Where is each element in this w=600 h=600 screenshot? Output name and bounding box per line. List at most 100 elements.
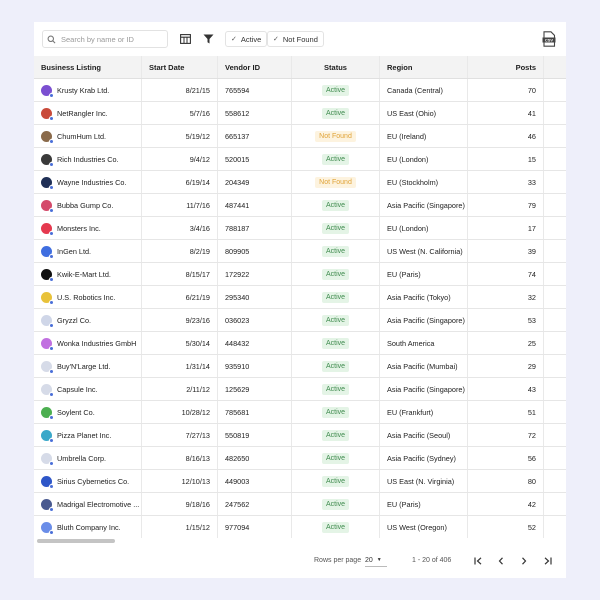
start-date-cell: 10/28/12 [142, 401, 218, 423]
table-row[interactable]: Umbrella Corp. 8/16/13 482650 Active Asia Pa… [34, 447, 566, 470]
table-row[interactable]: Gryzzl Co. 9/23/16 036023 Active Asia Pacifi… [34, 309, 566, 332]
business-name: Buy'N'Large Ltd. [57, 361, 111, 371]
status-cell: Not Found [292, 125, 380, 147]
filter-chip-not-found[interactable]: ✓ Not Found [267, 31, 324, 47]
vendor-indicator-icon [49, 161, 54, 167]
column-header-vendor-id[interactable]: Vendor ID [218, 56, 292, 78]
posts-cell: 32 [468, 286, 544, 308]
business-avatar [41, 268, 54, 282]
prev-page-button[interactable] [495, 554, 507, 568]
column-header-start-date[interactable]: Start Date [142, 56, 218, 78]
status-badge: Active [321, 245, 350, 257]
business-name: ChumHum Ltd. [57, 131, 107, 141]
business-name: Bubba Gump Co. [57, 200, 114, 210]
column-header-posts[interactable]: Posts [468, 56, 544, 78]
business-listing-cell: Rich Industries Co. [34, 148, 142, 170]
table-row[interactable]: Madrigal Electromotive ... 9/18/16 247562 A… [34, 493, 566, 516]
search-input[interactable]: Search by name or ID [42, 30, 168, 48]
start-date-cell: 11/7/16 [142, 194, 218, 216]
region-cell: Asia Pacific (Sydney) [380, 447, 468, 469]
table-row[interactable]: ChumHum Ltd. 5/19/12 665137 Not Found EU (Ir… [34, 125, 566, 148]
region-cell: South America [380, 332, 468, 354]
extra-cell [544, 217, 566, 239]
region-cell: US East (Ohio) [380, 102, 468, 124]
column-header-status[interactable]: Status [292, 56, 380, 78]
business-avatar [41, 130, 54, 144]
columns-button[interactable] [177, 31, 193, 47]
status-cell: Active [292, 355, 380, 377]
status-cell: Not Found [292, 171, 380, 193]
status-cell: Active [292, 194, 380, 216]
region-cell: Asia Pacific (Singapore) [380, 194, 468, 216]
horizontal-scrollbar[interactable] [37, 539, 115, 543]
posts-cell: 80 [468, 470, 544, 492]
vendor-id-cell: 935910 [218, 355, 292, 377]
business-listing-cell: ChumHum Ltd. [34, 125, 142, 147]
table-row[interactable]: Bluth Company Inc. 1/15/12 977094 Active US … [34, 516, 566, 538]
status-cell: Active [292, 424, 380, 446]
region-cell: Asia Pacific (Singapore) [380, 309, 468, 331]
business-avatar [41, 107, 54, 121]
start-date-cell: 6/19/14 [142, 171, 218, 193]
table-row[interactable]: Wonka Industries GmbH 5/30/14 448432 Active… [34, 332, 566, 355]
status-badge: Active [321, 521, 350, 533]
data-grid-card: Search by name or ID ✓ Active ✓ Not Foun… [34, 22, 566, 578]
region-cell: Canada (Central) [380, 79, 468, 101]
vendor-id-cell: 172922 [218, 263, 292, 285]
table-row[interactable]: Bubba Gump Co. 11/7/16 487441 Active Asia Pa… [34, 194, 566, 217]
table-row[interactable]: NetRangler Inc. 5/7/16 558612 Active US East… [34, 102, 566, 125]
vendor-indicator-icon [49, 276, 54, 282]
region-cell: Asia Pacific (Singapore) [380, 378, 468, 400]
posts-cell: 15 [468, 148, 544, 170]
business-name: Bluth Company Inc. [57, 522, 121, 532]
table-row[interactable]: Kwik-E-Mart Ltd. 8/15/17 172922 Active EU (P… [34, 263, 566, 286]
business-listing-cell: Soylent Co. [34, 401, 142, 423]
table-row[interactable]: Capsule Inc. 2/11/12 125629 Active Asia Paci… [34, 378, 566, 401]
table-row[interactable]: Wayne Industries Co. 6/19/14 204349 Not Fou… [34, 171, 566, 194]
posts-cell: 43 [468, 378, 544, 400]
status-badge: Active [321, 452, 350, 464]
table-row[interactable]: Krusty Krab Ltd. 8/21/15 765594 Active Canad… [34, 79, 566, 102]
table-row[interactable]: Sirius Cybernetics Co. 12/10/13 449003 Acti… [34, 470, 566, 493]
table-row[interactable]: Rich Industries Co. 9/4/12 520015 Active EU … [34, 148, 566, 171]
posts-cell: 17 [468, 217, 544, 239]
business-name: Pizza Planet Inc. [57, 430, 112, 440]
extra-cell [544, 401, 566, 423]
business-listing-cell: Bubba Gump Co. [34, 194, 142, 216]
rows-per-page-select[interactable]: 20 ▼ [365, 554, 387, 567]
filter-chip-active[interactable]: ✓ Active [225, 31, 268, 47]
table-row[interactable]: Pizza Planet Inc. 7/27/13 550819 Active Asia… [34, 424, 566, 447]
column-header-region[interactable]: Region [380, 56, 468, 78]
extra-cell [544, 102, 566, 124]
business-avatar [41, 383, 54, 397]
data-table: Business Listing Start Date Vendor ID St… [34, 56, 566, 538]
vendor-indicator-icon [49, 391, 54, 397]
status-cell: Active [292, 401, 380, 423]
region-cell: US West (N. California) [380, 240, 468, 262]
posts-cell: 72 [468, 424, 544, 446]
status-badge: Active [321, 337, 350, 349]
table-row[interactable]: Buy'N'Large Ltd. 1/31/14 935910 Active Asia … [34, 355, 566, 378]
filter-button[interactable] [200, 31, 216, 47]
status-cell: Active [292, 516, 380, 538]
first-page-button[interactable] [472, 554, 484, 568]
extra-cell [544, 493, 566, 515]
vendor-id-cell: 482650 [218, 447, 292, 469]
table-row[interactable]: InGen Ltd. 8/2/19 809905 Active US West (N. … [34, 240, 566, 263]
last-page-button[interactable] [541, 554, 553, 568]
next-page-button[interactable] [518, 554, 530, 568]
table-row[interactable]: U.S. Robotics Inc. 6/21/19 295340 Active Asi… [34, 286, 566, 309]
vendor-indicator-icon [49, 115, 54, 121]
column-header-business-listing[interactable]: Business Listing [34, 56, 142, 78]
extra-cell [544, 125, 566, 147]
table-row[interactable]: Monsters Inc. 3/4/16 788187 Active EU (Londo… [34, 217, 566, 240]
business-name: Madrigal Electromotive ... [57, 499, 140, 509]
vendor-id-cell: 487441 [218, 194, 292, 216]
export-button[interactable]: CSV [542, 31, 556, 47]
business-avatar [41, 521, 54, 535]
business-avatar [41, 245, 54, 259]
business-listing-cell: Wonka Industries GmbH [34, 332, 142, 354]
vendor-indicator-icon [49, 138, 54, 144]
table-row[interactable]: Soylent Co. 10/28/12 785681 Active EU (Frank… [34, 401, 566, 424]
business-avatar [41, 84, 54, 98]
